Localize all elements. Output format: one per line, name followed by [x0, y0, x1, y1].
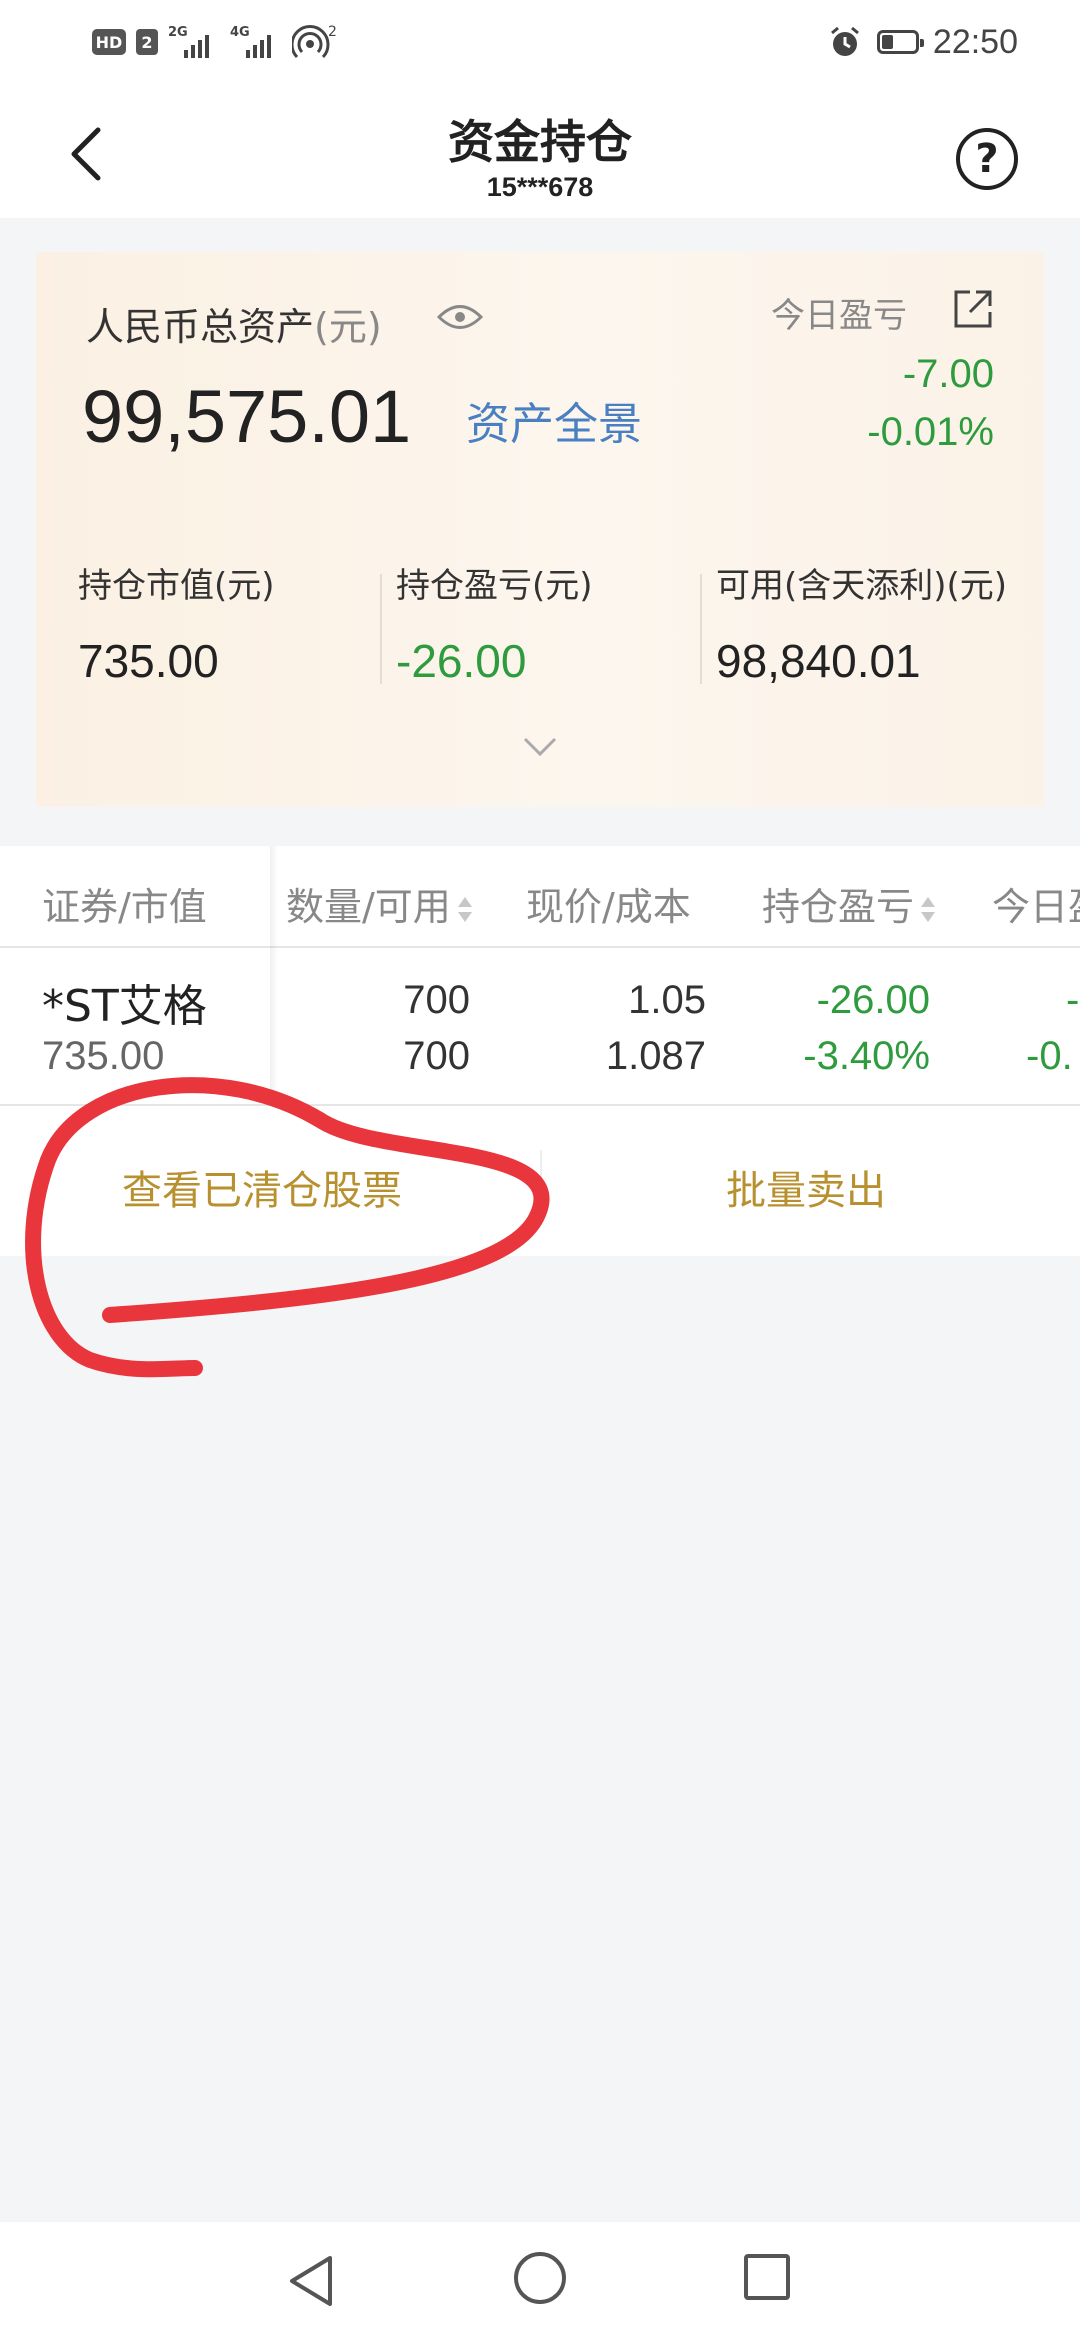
table-header: 证券/市值 数量/可用 现价/成本 持仓盈亏 今日盈	[0, 846, 1080, 948]
col-today-pnl: 今日盈	[992, 885, 1080, 929]
battery-icon	[876, 30, 924, 54]
today-pnl: -7	[1066, 978, 1080, 1022]
alarm-icon	[830, 26, 859, 56]
status-left: HD 2 2G 4G 2	[92, 22, 340, 62]
cost-price: 1.087	[605, 1034, 706, 1078]
hotspot-icon: 2	[292, 24, 337, 59]
batch-sell-button[interactable]: 批量卖出	[726, 1158, 886, 1216]
red-circle-annotation	[25, 1077, 550, 1378]
position-pnl: -26.00	[816, 978, 930, 1022]
col-quantity-label: 数量/可用	[286, 885, 451, 929]
hotspot-count: 2	[328, 24, 337, 40]
position-value: 735.00	[78, 635, 219, 687]
today-pnl-value: -7.00	[902, 352, 994, 396]
available-funds-label: 可用(含天添利)(元)	[716, 566, 1008, 606]
sim-number: 2	[136, 29, 158, 55]
signal-4g-icon: 4G	[230, 24, 282, 60]
page-title: 资金持仓	[448, 115, 632, 169]
position-pnl-value: -26.00	[396, 635, 527, 687]
chevron-down-icon[interactable]	[522, 736, 558, 758]
col-quantity[interactable]: 数量/可用	[286, 876, 473, 931]
col-pnl[interactable]: 持仓盈亏	[762, 876, 936, 931]
total-assets-label-text: 人民币总资产	[86, 305, 315, 349]
signal-2g-icon: 2G	[168, 24, 220, 60]
total-assets-unit: (元)	[314, 305, 382, 349]
eye-icon[interactable]	[436, 300, 484, 334]
nav-home-icon[interactable]	[514, 2252, 566, 2304]
quantity: 700	[403, 978, 470, 1022]
nav-back-icon[interactable]	[284, 2252, 340, 2310]
share-external-icon[interactable]	[952, 288, 994, 330]
account-number: 15***678	[486, 172, 594, 202]
position-pnl-label: 持仓盈亏(元)	[396, 566, 593, 606]
col-price: 现价/成本	[526, 885, 691, 929]
security-name: *ST艾格	[42, 981, 207, 1032]
help-icon[interactable]: ?	[956, 128, 1018, 190]
sort-icon	[457, 895, 473, 925]
today-pnl-label: 今日盈亏	[771, 296, 907, 336]
app-header: 资金持仓 15***678 ?	[0, 84, 1080, 218]
total-assets-value: 99,575.01	[82, 375, 412, 458]
position-pnl-percent: -3.40%	[803, 1034, 930, 1078]
today-pnl-percent: -0.01%	[867, 410, 994, 454]
position-value-label: 持仓市值(元)	[78, 566, 275, 606]
battery-level	[881, 35, 894, 49]
asset-summary-card: 人民币总资产(元) 99,575.01 资产全景 今日盈亏 -7.00 -0.0…	[36, 252, 1044, 807]
available-funds-value: 98,840.01	[716, 635, 921, 687]
col-security: 证券/市值	[42, 885, 207, 929]
status-bar: HD 2 2G 4G 2 22:50	[0, 0, 1080, 84]
status-right: 22:50	[827, 22, 1018, 62]
system-nav-bar	[0, 2222, 1080, 2340]
nav-recent-apps-icon[interactable]	[744, 2254, 790, 2300]
sort-icon	[920, 895, 936, 925]
current-price: 1.05	[628, 978, 706, 1022]
today-pnl-percent-cell: -0.	[1026, 1034, 1073, 1078]
hd-badge: HD	[92, 29, 126, 55]
col-pnl-label: 持仓盈亏	[762, 885, 915, 929]
clock: 22:50	[932, 22, 1018, 61]
total-assets-label: 人民币总资产(元)	[86, 296, 382, 351]
stat-divider	[700, 574, 702, 684]
stat-divider	[380, 574, 382, 684]
asset-overview-link[interactable]: 资产全景	[466, 388, 642, 452]
